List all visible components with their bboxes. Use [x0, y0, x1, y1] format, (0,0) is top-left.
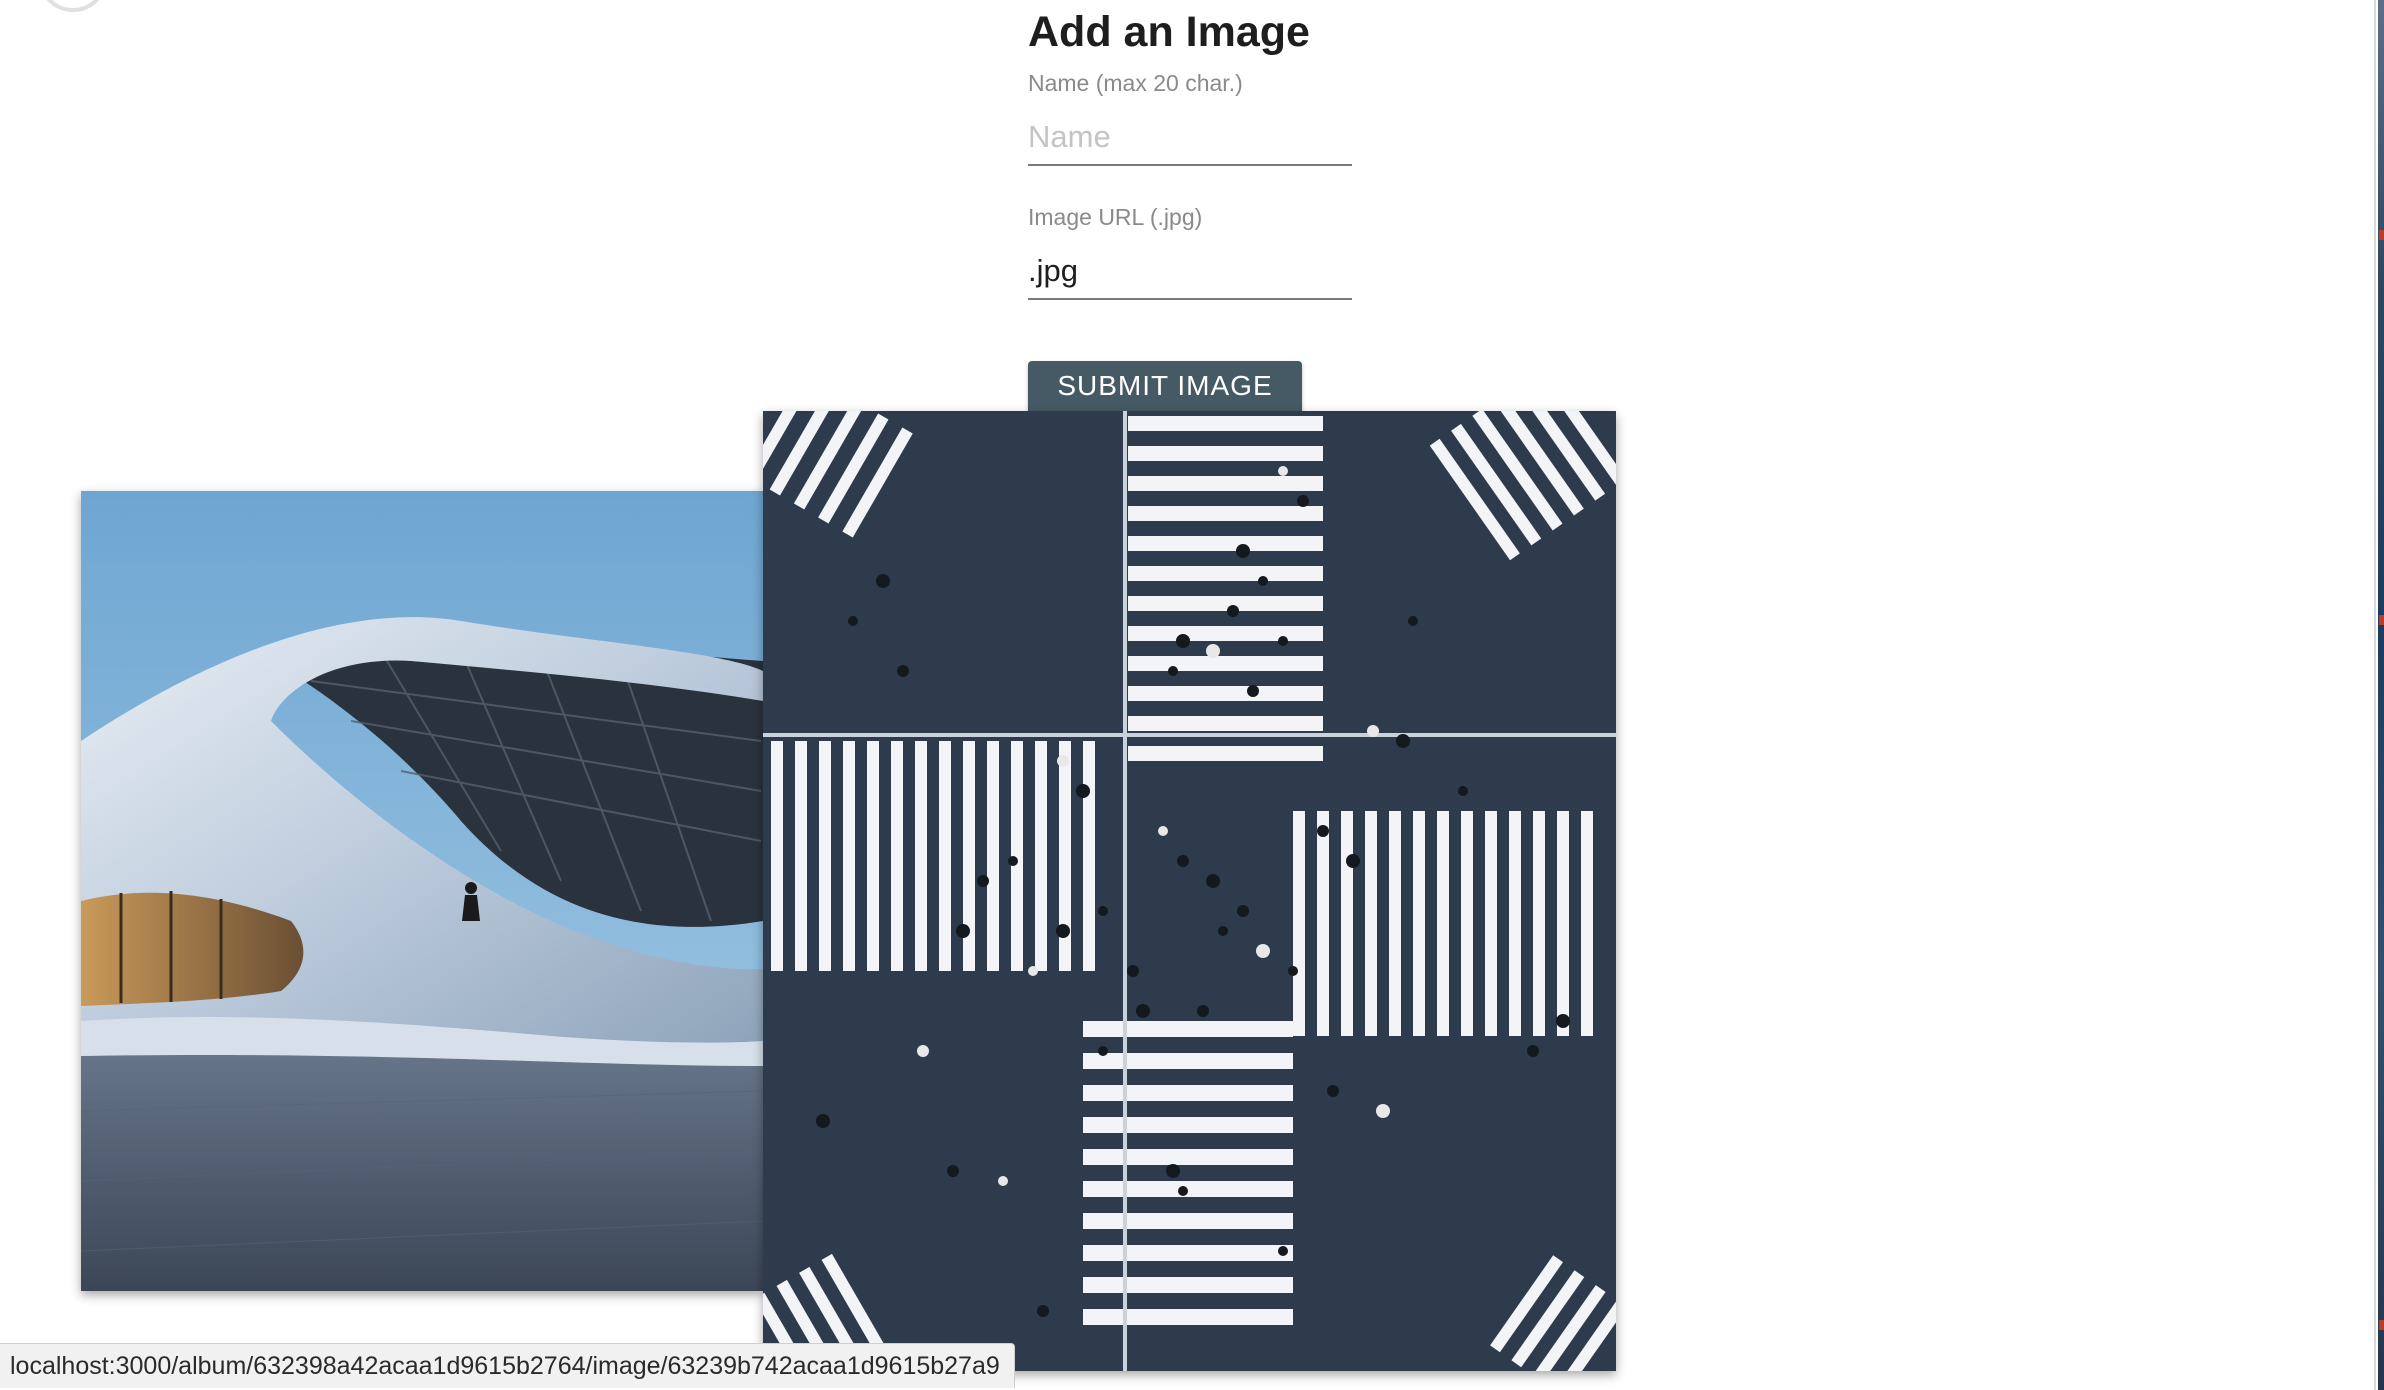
name-field-label: Name (max 20 char.): [1028, 70, 1243, 96]
avatar[interactable]: [38, 0, 108, 12]
edge-marker: [2379, 1320, 2384, 1330]
image-card-architecture[interactable]: [81, 491, 763, 1291]
page: Add an Image Name (max 20 char.) Image U…: [0, 0, 2384, 1390]
name-input[interactable]: [1028, 110, 1352, 166]
architecture-photo: [81, 491, 763, 1291]
window-edge-divider: [2374, 0, 2376, 1390]
status-bar-url: localhost:3000/album/632398a42acaa1d9615…: [0, 1343, 1015, 1388]
image-url-input[interactable]: [1028, 244, 1352, 300]
url-field-label: Image URL (.jpg): [1028, 204, 1203, 230]
neighbor-window-strip: [2378, 0, 2384, 1390]
form-title: Add an Image: [1028, 8, 1310, 56]
edge-marker: [2379, 230, 2384, 240]
image-card-crosswalk[interactable]: [763, 411, 1616, 1371]
edge-marker: [2379, 615, 2384, 625]
crosswalk-photo: [763, 411, 1616, 1371]
